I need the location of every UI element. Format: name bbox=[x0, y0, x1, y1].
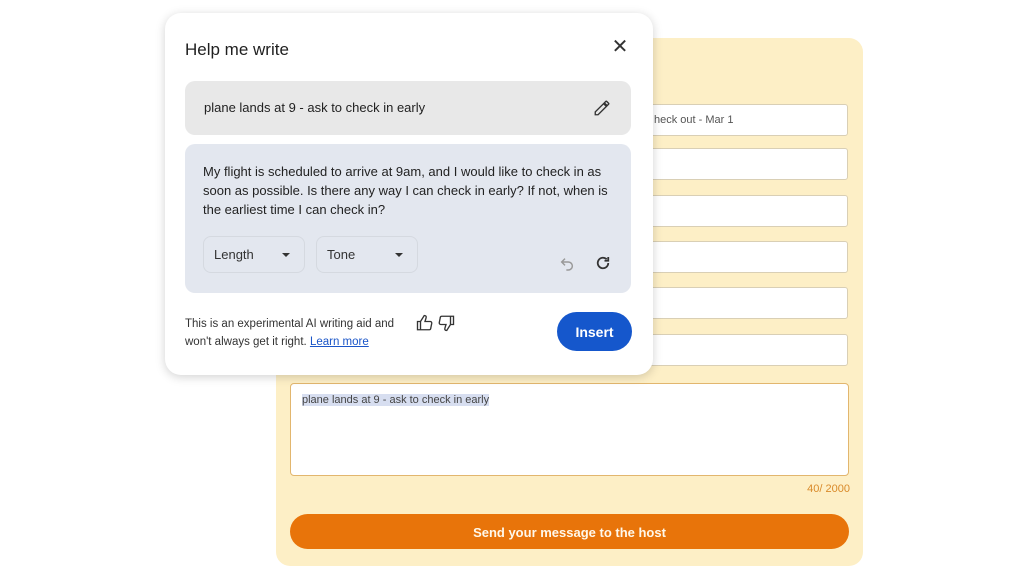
close-icon[interactable]: ✕ bbox=[611, 37, 629, 57]
thumbs-down-icon[interactable] bbox=[437, 314, 455, 332]
generated-result: My flight is scheduled to arrive at 9am,… bbox=[185, 144, 631, 293]
disclaimer-line1: This is an experimental AI writing aid a… bbox=[185, 318, 395, 330]
char-counter: 40/ 2000 bbox=[807, 483, 850, 495]
undo-icon[interactable] bbox=[559, 256, 575, 272]
disclaimer: This is an experimental AI writing aid a… bbox=[185, 315, 394, 351]
prompt-box[interactable]: plane lands at 9 - ask to check in early bbox=[185, 81, 631, 135]
disclaimer-line2: won't always get it right. bbox=[185, 336, 307, 348]
message-text: plane lands at 9 - ask to check in early bbox=[302, 394, 490, 406]
thumbs-up-icon[interactable] bbox=[416, 314, 434, 332]
learn-more-link[interactable]: Learn more bbox=[310, 336, 369, 348]
length-label: Length bbox=[214, 247, 254, 262]
tone-dropdown[interactable]: Tone bbox=[316, 236, 418, 273]
length-dropdown[interactable]: Length bbox=[203, 236, 305, 273]
send-message-button[interactable]: Send your message to the host bbox=[290, 514, 849, 549]
refresh-icon[interactable] bbox=[594, 254, 612, 272]
message-textarea[interactable]: plane lands at 9 - ask to check in early bbox=[290, 383, 849, 476]
chevron-down-icon bbox=[395, 253, 403, 257]
tone-label: Tone bbox=[327, 247, 356, 262]
dates-field-value: heck out - Mar 1 bbox=[654, 114, 734, 126]
prompt-text: plane lands at 9 - ask to check in early bbox=[204, 100, 426, 115]
result-text: My flight is scheduled to arrive at 9am,… bbox=[203, 164, 608, 217]
chevron-down-icon bbox=[282, 253, 290, 257]
pencil-icon[interactable] bbox=[593, 99, 611, 117]
insert-button[interactable]: Insert bbox=[557, 312, 632, 351]
dialog-title: Help me write bbox=[185, 40, 289, 59]
help-me-write-dialog: Help me write ✕ plane lands at 9 - ask t… bbox=[165, 13, 653, 375]
